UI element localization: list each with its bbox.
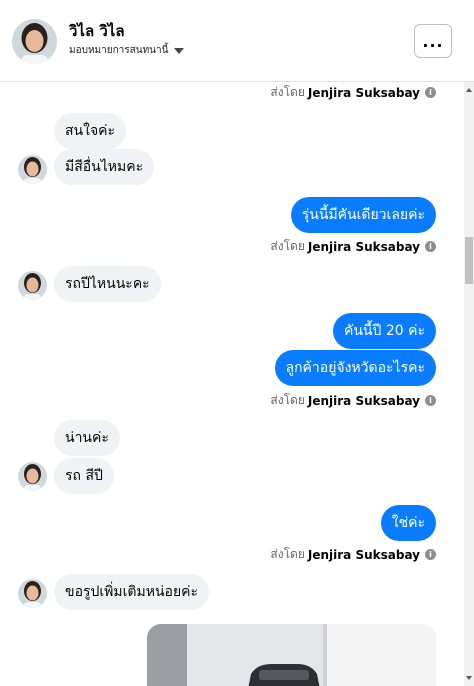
contact-avatar-small (18, 462, 47, 491)
contact-avatar-small (18, 155, 47, 184)
photo-attachment[interactable] (147, 624, 436, 686)
message-bubble-outgoing[interactable]: คันนี้ปี 20 ค่ะ (333, 313, 436, 349)
message-bubble-incoming[interactable]: รถ สีปี (54, 458, 114, 494)
message-thread: ส่งโดย Jenjira Suksabay i สนใจค่ะ มีสีอื… (0, 82, 464, 686)
contact-avatar-small (18, 271, 47, 300)
conversation-header: วิไล วิไล มอบหมายการสนทนานี้ ... (0, 0, 474, 82)
message-bubble-incoming[interactable]: มีสีอื่นไหมคะ (54, 149, 155, 185)
info-icon[interactable]: i (425, 395, 436, 406)
contact-name[interactable]: วิไล วิไล (69, 19, 125, 43)
scroll-up-arrow-icon[interactable] (466, 88, 472, 92)
info-icon[interactable]: i (425, 87, 436, 98)
contact-avatar-small (18, 579, 47, 608)
sent-by-label: ส่งโดย Jenjira Suksabay i (270, 391, 436, 410)
assign-conversation-dropdown[interactable]: มอบหมายการสนทนานี้ (69, 43, 185, 58)
info-icon[interactable]: i (425, 241, 436, 252)
contact-avatar[interactable] (12, 19, 57, 64)
message-bubble-incoming[interactable]: สนใจค่ะ (54, 113, 127, 149)
assign-conversation-label: มอบหมายการสนทนานี้ (69, 45, 169, 56)
message-bubble-incoming[interactable]: น่านค่ะ (54, 420, 120, 456)
info-icon[interactable]: i (425, 549, 436, 560)
sent-by-label: ส่งโดย Jenjira Suksabay i (270, 545, 436, 564)
thread-scrollbar[interactable] (464, 82, 474, 686)
sent-by-label: ส่งโดย Jenjira Suksabay i (270, 237, 436, 256)
message-bubble-incoming[interactable]: ขอรูปเพิ่มเติมหน่อยค่ะ (54, 574, 210, 610)
caret-down-icon (174, 47, 185, 54)
message-bubble-outgoing[interactable]: ใช่ค่ะ (380, 505, 436, 541)
sent-by-label: ส่งโดย Jenjira Suksabay i (270, 83, 436, 102)
message-bubble-outgoing[interactable]: ลูกค้าอยู่จังหวัดอะไรคะ (274, 350, 436, 386)
message-bubble-outgoing[interactable]: รุ่นนี้มีคันเดียวเลยค่ะ (290, 197, 436, 233)
scrollbar-thumb[interactable] (465, 237, 473, 284)
message-bubble-incoming[interactable]: รถปีไหนนะคะ (54, 266, 161, 302)
scroll-down-arrow-icon[interactable] (466, 676, 472, 680)
more-options-button[interactable]: ... (414, 24, 452, 58)
